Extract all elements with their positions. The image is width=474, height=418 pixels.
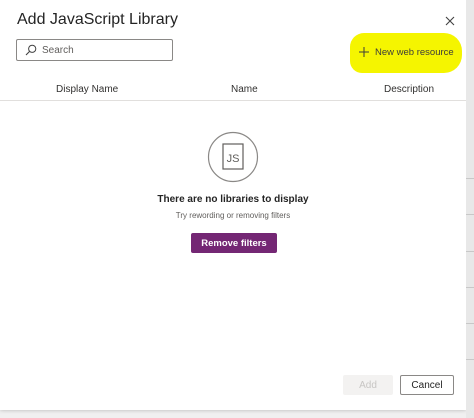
js-icon-text: JS (227, 153, 240, 165)
empty-state-title: There are no libraries to display (157, 194, 309, 205)
column-header-description[interactable]: Description (384, 84, 434, 95)
js-file-icon: JS (207, 131, 259, 183)
column-header-display-name[interactable]: Display Name (56, 84, 118, 95)
new-web-resource-button[interactable]: New web resource (358, 44, 454, 60)
close-icon (445, 16, 455, 26)
close-button[interactable] (440, 11, 460, 31)
cancel-button[interactable]: Cancel (400, 375, 454, 395)
column-header-name[interactable]: Name (231, 84, 258, 95)
search-input[interactable] (42, 44, 162, 56)
table-header: Display Name Name Description (0, 80, 466, 101)
empty-state-subtitle: Try rewording or removing filters (175, 211, 291, 220)
search-icon (25, 44, 37, 56)
plus-icon (358, 46, 370, 58)
add-button: Add (343, 375, 393, 395)
background-page-edge (466, 0, 474, 418)
search-box[interactable] (16, 39, 173, 61)
dialog-title: Add JavaScript Library (17, 11, 178, 28)
remove-filters-button[interactable]: Remove filters (191, 233, 277, 253)
new-web-resource-label: New web resource (375, 46, 454, 58)
add-javascript-library-dialog: Add JavaScript Library New web resource … (0, 0, 466, 410)
